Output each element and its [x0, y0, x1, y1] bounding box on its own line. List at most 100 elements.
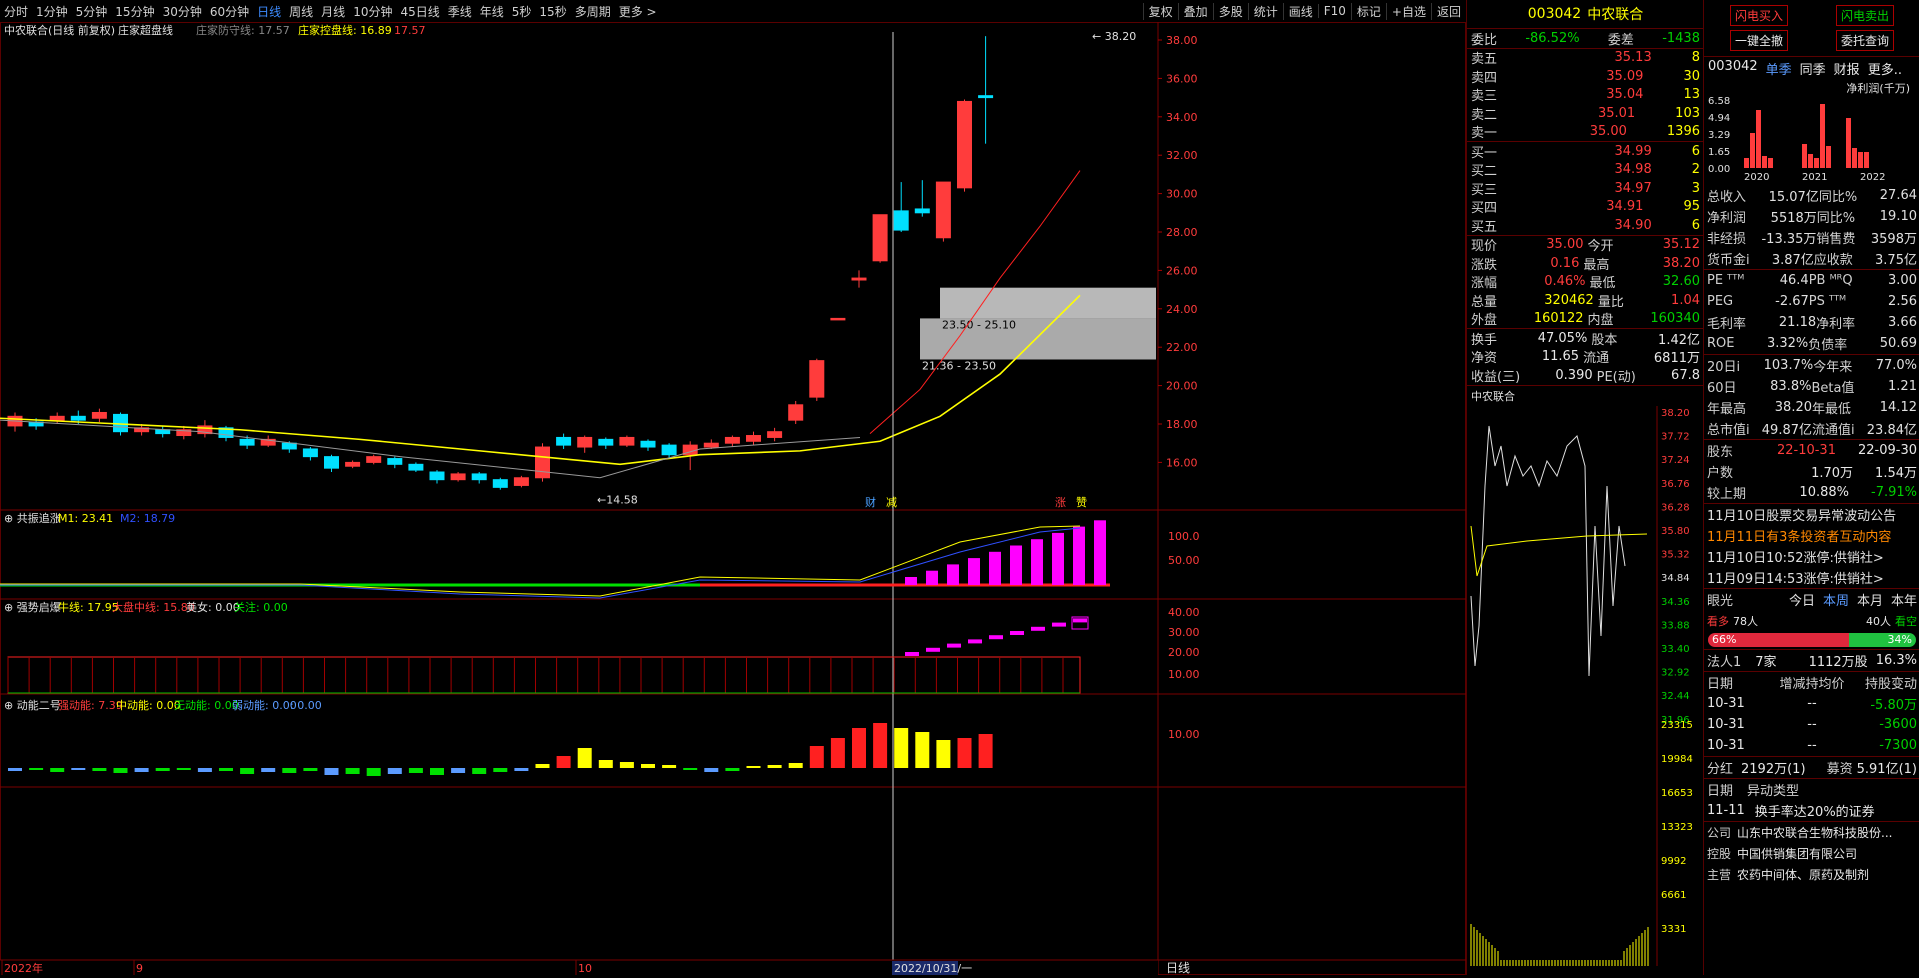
timeframe-tab[interactable]: 周线 [285, 3, 317, 20]
timeframe-tab[interactable]: 60分钟 [206, 3, 253, 20]
candle-body[interactable] [302, 448, 318, 458]
orderbook-row[interactable]: 买二 34.98 2 [1467, 161, 1704, 179]
candle-body[interactable] [619, 436, 635, 446]
sentiment-tab[interactable]: 本年 [1891, 590, 1917, 609]
candle-body[interactable] [914, 208, 930, 214]
candle-body[interactable] [957, 100, 972, 189]
candle-body[interactable] [640, 440, 656, 448]
event-marker[interactable]: 减 [886, 496, 897, 509]
panel3-name[interactable]: ⊕ 强势启爆 [4, 600, 61, 614]
candle-body[interactable] [872, 214, 888, 262]
candle-body[interactable] [851, 277, 867, 281]
timeframe-tab[interactable]: 45日线 [396, 3, 443, 20]
orderbook-row[interactable]: 买一 34.99 6 [1467, 142, 1704, 161]
chart-tool-button[interactable]: 多股 [1212, 2, 1248, 20]
finance-tab[interactable]: 同季 [1800, 59, 1826, 78]
chart-tool-button[interactable]: 叠加 [1177, 2, 1213, 20]
anomaly-row[interactable]: 11-11 换手率达20%的证券 [1704, 800, 1919, 821]
cancel-all-button[interactable]: 一键全撤 [1729, 30, 1788, 51]
chart-tool-button[interactable]: 复权 [1142, 2, 1178, 20]
timeframe-tab[interactable]: 更多 > [615, 3, 661, 20]
candle-body[interactable] [767, 431, 783, 438]
event-marker[interactable]: 赞 [1076, 496, 1087, 509]
candle-body[interactable] [492, 479, 508, 488]
finance-tab[interactable]: 更多.. [1868, 59, 1902, 78]
news-item[interactable]: 11月10日股票交易异常波动公告 [1704, 504, 1919, 525]
candle-body[interactable] [387, 458, 403, 465]
candle-body[interactable] [70, 415, 86, 421]
chart-tool-button[interactable]: +自选 [1385, 2, 1431, 20]
candle-body[interactable] [91, 411, 107, 419]
candle-body[interactable] [535, 446, 550, 479]
orderbook-row[interactable]: 买五 34.90 6 [1467, 216, 1704, 235]
candle-body[interactable] [556, 436, 572, 446]
chart-tool-button[interactable]: 返回 [1430, 2, 1466, 20]
kline-chart-area[interactable]: 中农联合(日线 前复权) 庄家超盘线 庄家防守线: 17.57 庄家控盘线: 16.8… [0, 22, 1466, 975]
bottom-tab-daily[interactable]: 日线 [1166, 961, 1190, 975]
timeframe-tab[interactable]: 15秒 [535, 3, 570, 20]
flash-sell-button[interactable]: 闪电卖出 [1835, 5, 1894, 26]
chart-tool-button[interactable]: 统计 [1247, 2, 1283, 20]
candle-body[interactable] [513, 477, 529, 486]
timeframe-tab[interactable]: 5分钟 [72, 3, 112, 20]
sentiment-tab[interactable]: 本周 [1823, 590, 1849, 609]
timeframe-tab[interactable]: 多周期 [571, 3, 615, 20]
sentiment-tab[interactable]: 本月 [1857, 590, 1883, 609]
timeframe-tab[interactable]: 1分钟 [32, 3, 72, 20]
intraday-mini-chart[interactable]: 38.20 37.72 37.24 36.76 36.28 35.80 35.32 34.84… [1467, 405, 1704, 966]
candle-body[interactable] [281, 442, 297, 450]
finance-tab[interactable]: 财报 [1834, 59, 1860, 78]
candle-body[interactable] [450, 473, 466, 481]
timeframe-tab[interactable]: 5秒 [508, 3, 536, 20]
orderbook-row[interactable]: 卖一 35.00 1396 [1467, 123, 1704, 141]
candle-body[interactable] [661, 444, 677, 456]
timeframe-tab[interactable]: 季线 [444, 3, 476, 20]
candle-body[interactable] [429, 471, 445, 481]
news-item[interactable]: 11月09日14:53涨停:供销社> [1704, 567, 1919, 588]
event-marker[interactable]: 财 [865, 495, 876, 509]
candle-body[interactable] [788, 404, 804, 421]
news-item[interactable]: 11月10日10:52涨停:供销社> [1704, 546, 1919, 567]
timeframe-tab[interactable]: 年线 [476, 3, 508, 20]
orderbook-row[interactable]: 买四 34.91 95 [1467, 198, 1704, 216]
orderbook-row[interactable]: 卖三 35.04 13 [1467, 86, 1704, 104]
orderbook-row[interactable]: 卖二 35.01 103 [1467, 104, 1704, 123]
sentiment-tab[interactable]: 今日 [1789, 590, 1815, 609]
candle-body[interactable] [809, 360, 825, 398]
panel2-name[interactable]: ⊕ 共振追涨 [4, 511, 61, 525]
timeframe-tab[interactable]: 10分钟 [349, 3, 396, 20]
candle-body[interactable] [239, 438, 255, 446]
orderbook-row[interactable]: 卖五 35.13 8 [1467, 49, 1704, 67]
candle-body[interactable] [893, 210, 909, 231]
candle-body[interactable] [577, 436, 593, 448]
kline-chart-svg[interactable]: 中农联合(日线 前复权) 庄家超盘线 庄家防守线: 17.57 庄家控盘线: 16.8… [0, 22, 1466, 975]
candle-body[interactable] [366, 456, 382, 463]
timeframe-tab[interactable]: 15分钟 [111, 3, 158, 20]
news-item[interactable]: 11月11日有3条投资者互动内容 [1704, 525, 1919, 546]
candle-body[interactable] [830, 317, 846, 321]
finance-tab[interactable]: 单季 [1766, 59, 1792, 78]
candle-body[interactable] [746, 435, 761, 442]
candle-body[interactable] [978, 95, 994, 99]
order-query-button[interactable]: 委托查询 [1835, 30, 1894, 51]
chart-tool-button[interactable]: 画线 [1282, 2, 1318, 20]
indicator-name[interactable]: 庄家超盘线 [118, 23, 173, 37]
chart-tool-button[interactable]: 标记 [1350, 2, 1386, 20]
candle-body[interactable] [471, 473, 487, 481]
candle-body[interactable] [703, 442, 719, 448]
flash-buy-button[interactable]: 闪电买入 [1729, 5, 1788, 26]
candle-body[interactable] [155, 429, 171, 435]
candle-body[interactable] [345, 461, 361, 467]
event-marker[interactable]: 涨 [1055, 496, 1066, 509]
candle-body[interactable] [724, 436, 740, 444]
orderbook-row[interactable]: 买三 34.97 3 [1467, 179, 1704, 198]
orderbook-row[interactable]: 卖四 35.09 30 [1467, 67, 1704, 86]
candle-body[interactable] [598, 438, 614, 446]
timeframe-tab[interactable]: 月线 [317, 3, 349, 20]
panel4-name[interactable]: ⊕ 动能二号 [4, 698, 61, 712]
candlesticks[interactable] [7, 36, 994, 490]
timeframe-tab[interactable]: 日线 [253, 3, 285, 20]
candle-body[interactable] [408, 463, 424, 471]
chart-tool-button[interactable]: F10 [1317, 4, 1351, 18]
candle-body[interactable] [49, 415, 65, 421]
